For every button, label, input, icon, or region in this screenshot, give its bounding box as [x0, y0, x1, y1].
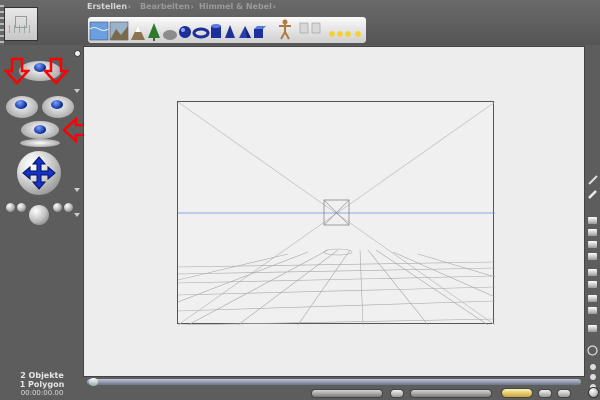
polygon-count: 1 Polygon [19, 380, 65, 389]
cone-icon[interactable] [225, 25, 235, 38]
triangle-down-icon[interactable] [74, 89, 80, 94]
light-icon[interactable] [311, 22, 321, 34]
chevron-right-icon: › [190, 3, 194, 11]
mountain-icon[interactable] [131, 25, 145, 40]
play-button[interactable] [501, 388, 533, 398]
viewport-wireframe [178, 102, 495, 325]
chevron-right-icon: › [128, 3, 131, 11]
rotate-icon [34, 125, 46, 134]
tool-button[interactable] [588, 229, 597, 236]
small-control-ball[interactable] [64, 203, 73, 212]
object-library-shelf [88, 17, 366, 43]
small-control-ball[interactable] [17, 203, 26, 212]
sphere-icon[interactable] [179, 26, 191, 38]
pencil-icon[interactable] [588, 189, 598, 199]
scene-preview-thumbnail[interactable] [4, 7, 38, 41]
right-tool-strip [585, 45, 600, 400]
menu-bearbeiten[interactable]: Bearbeiten› [140, 1, 194, 13]
triangle-down-icon[interactable] [74, 213, 80, 218]
settings-button[interactable] [557, 389, 571, 398]
3d-viewport[interactable] [177, 101, 495, 325]
top-bar: Erstellen› Bearbeiten› Himmel & Nebel› [0, 0, 600, 45]
small-control-ball[interactable] [6, 203, 15, 212]
tree-icon[interactable] [148, 23, 160, 41]
menu-erstellen-label: Erstellen [87, 2, 128, 11]
cylinder-icon[interactable] [211, 24, 221, 38]
light-icon[interactable] [329, 31, 343, 37]
object-library-icons [89, 19, 361, 41]
red-arrow-down-icon [43, 57, 69, 85]
document-window [83, 46, 585, 377]
animation-timeline [83, 377, 585, 400]
move-xz-icon [51, 100, 63, 109]
keyframe-controls[interactable] [311, 389, 383, 398]
move-xy-icon [15, 100, 27, 109]
pyramid-icon[interactable] [239, 26, 251, 38]
menu-himmel-nebel-label: Himmel & Nebel [199, 2, 272, 11]
light-icon[interactable] [355, 31, 361, 37]
move-arrows-icon [22, 156, 56, 190]
scale-ring[interactable] [20, 139, 60, 147]
timeline-scrubber[interactable] [87, 378, 581, 386]
loop-button[interactable] [538, 389, 552, 398]
water-icon[interactable] [89, 21, 109, 41]
light-icon[interactable] [299, 22, 309, 34]
left-tool-panel: 2 Objekte 1 Polygon 00:00:00.00 [0, 45, 109, 400]
tool-button[interactable] [588, 295, 597, 302]
red-arrow-down-icon [4, 57, 30, 85]
terrain-icon[interactable] [109, 21, 129, 41]
tool-button[interactable] [588, 241, 597, 248]
time-display: 00:00:00.00 [20, 389, 64, 397]
torus-icon[interactable] [192, 27, 210, 39]
figure-icon[interactable] [279, 19, 291, 40]
playback-controls[interactable] [410, 389, 492, 398]
sphere-view-icon[interactable] [587, 345, 598, 356]
object-count: 2 Objekte [20, 371, 64, 380]
tool-button[interactable] [588, 325, 597, 332]
chevron-right-icon: › [272, 3, 276, 11]
scene-status: 2 Objekte 1 Polygon 00:00:00.00 [0, 371, 84, 398]
triangle-down-icon[interactable] [74, 188, 80, 193]
tool-button[interactable] [588, 269, 597, 276]
menu-himmel-nebel[interactable]: Himmel & Nebel› [199, 1, 276, 13]
tool-button[interactable] [588, 253, 597, 260]
cube-icon[interactable] [254, 26, 266, 38]
timeline-knob[interactable] [89, 378, 98, 386]
ground-grid [178, 249, 495, 325]
tool-button[interactable] [588, 281, 597, 288]
record-button[interactable] [390, 389, 404, 398]
tool-button[interactable] [588, 307, 597, 314]
small-control-ball[interactable] [53, 203, 62, 212]
light-icon[interactable] [345, 31, 351, 37]
brush-icon[interactable] [588, 175, 598, 185]
rock-icon[interactable] [163, 30, 177, 40]
document-corner-handle[interactable] [74, 50, 81, 57]
zoom-ball[interactable] [29, 205, 49, 225]
tool-button[interactable] [588, 217, 597, 224]
ground-object-shadow [323, 248, 353, 256]
globe-icon[interactable] [588, 387, 599, 398]
menu-erstellen[interactable]: Erstellen› [87, 1, 131, 13]
menu-bearbeiten-label: Bearbeiten [140, 2, 190, 11]
